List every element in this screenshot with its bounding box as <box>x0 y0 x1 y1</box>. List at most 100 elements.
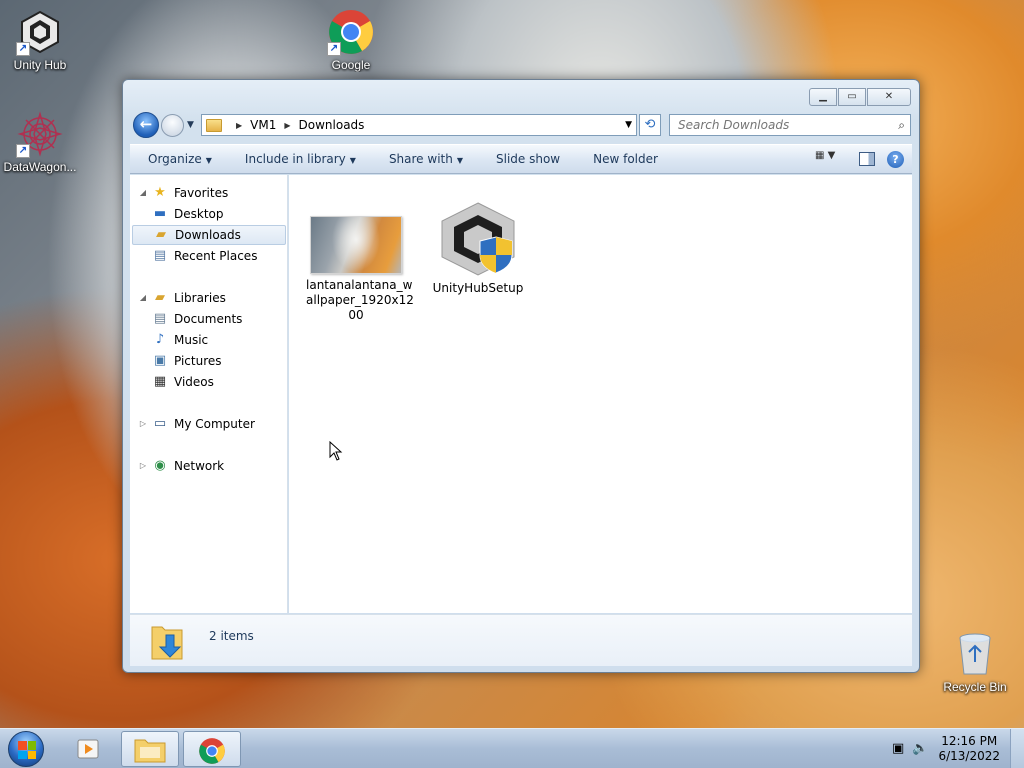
datawagon-icon: ↗ <box>16 110 64 158</box>
start-button[interactable] <box>8 731 44 767</box>
nav-pictures[interactable]: ▣ Pictures <box>152 351 222 371</box>
expand-arrow-icon[interactable]: ▷ <box>138 456 148 476</box>
chrome-icon: ↗ <box>327 8 375 56</box>
nav-music[interactable]: ♪ Music <box>152 330 208 350</box>
documents-icon: ▤ <box>153 311 167 326</box>
unity-hub-icon: ↗ <box>16 8 64 56</box>
nav-desktop[interactable]: ▬ Desktop <box>152 204 224 224</box>
downloads-folder-icon <box>150 621 184 661</box>
show-desktop-button[interactable] <box>1010 729 1024 768</box>
taskbar-explorer[interactable] <box>121 731 179 767</box>
chevron-down-icon: ▼ <box>205 156 212 165</box>
slide-show-button[interactable]: Slide show <box>478 152 575 166</box>
organize-button[interactable]: Organize ▼ <box>130 152 227 166</box>
breadcrumb-downloads[interactable]: Downloads <box>299 118 365 132</box>
clock-time: 12:16 PM <box>941 734 998 748</box>
nav-my-computer[interactable]: ▷ ▭ My Computer <box>138 414 255 434</box>
share-with-button[interactable]: Share with ▼ <box>371 152 478 166</box>
unity-installer-icon <box>438 201 518 277</box>
address-bar[interactable]: ▶ VM1 ▶ Downloads ▼ <box>201 114 637 136</box>
mouse-cursor-icon <box>329 441 343 461</box>
new-folder-button[interactable]: New folder <box>575 152 673 166</box>
collapse-arrow-icon[interactable]: ◢ <box>138 183 148 203</box>
recent-pages-dropdown-icon[interactable]: ▼ <box>187 120 194 130</box>
explorer-folder-icon <box>134 739 166 763</box>
nav-downloads[interactable]: ▰ Downloads <box>132 225 286 245</box>
breadcrumb-arrow-icon[interactable]: ▶ <box>236 121 242 130</box>
collapse-arrow-icon[interactable]: ◢ <box>138 288 148 308</box>
close-button[interactable]: ✕ <box>867 88 911 106</box>
volume-icon[interactable]: 🔈 <box>912 741 928 756</box>
desktop-icon-recycle-bin[interactable]: Recycle Bin <box>935 630 1015 694</box>
file-name-line: 00 <box>348 308 364 322</box>
item-count: 2 items <box>209 629 254 643</box>
computer-icon: ▭ <box>153 416 167 431</box>
taskbar: ▣ 🔈 12:16 PM 6/13/2022 <box>0 728 1024 768</box>
videos-icon: ▦ <box>153 374 167 389</box>
maximize-button[interactable]: ▭ <box>838 88 866 106</box>
nav-network[interactable]: ▷ ◉ Network <box>138 456 224 476</box>
libraries-icon: ▰ <box>155 290 165 305</box>
desktop-icon-label: DataWagon... <box>3 160 77 174</box>
desktop-icon-label: Unity Hub <box>13 58 67 72</box>
command-bar: Organize ▼ Include in library ▼ Share with… <box>130 144 912 174</box>
recycle-bin-icon <box>951 630 999 678</box>
file-item-unityhubsetup[interactable]: UnityHubSetup <box>428 201 528 296</box>
refresh-button[interactable]: ⟲ <box>639 114 661 136</box>
recent-places-icon: ▤ <box>153 248 167 263</box>
media-player-icon <box>77 739 99 759</box>
desktop-icon-label: Recycle Bin <box>943 680 1007 694</box>
help-icon[interactable]: ? <box>887 150 904 168</box>
explorer-window[interactable]: ▁ ▭ ✕ ← ▼ ▶ VM1 ▶ Downloads ▼ ⟲ ⌕ Organi… <box>122 79 920 673</box>
navigation-row: ← ▼ ▶ VM1 ▶ Downloads ▼ ⟲ ⌕ <box>131 112 911 138</box>
address-dropdown-icon[interactable]: ▼ <box>625 120 632 130</box>
taskbar-chrome[interactable] <box>183 731 241 767</box>
breadcrumb-arrow-icon[interactable]: ▶ <box>284 121 290 130</box>
chevron-down-icon: ▼ <box>456 156 463 165</box>
caption-buttons: ▁ ▭ ✕ <box>809 88 911 106</box>
navigation-pane: ◢ ★ Favorites ▬ Desktop ▰ Downloads ▤ Re… <box>130 175 288 613</box>
breadcrumb-vm1[interactable]: VM1 <box>250 118 276 132</box>
minimize-button[interactable]: ▁ <box>809 88 837 106</box>
search-input[interactable] <box>678 118 878 132</box>
folder-icon <box>206 118 222 132</box>
desktop-icon-label: Google Chrome <box>331 58 371 72</box>
file-list[interactable]: lantanalantana_w allpaper_1920x12 00 Uni… <box>289 175 912 613</box>
search-icon[interactable]: ⌕ <box>898 118 905 133</box>
desktop-icon-datawagon[interactable]: ↗ DataWagon... <box>0 110 80 174</box>
star-icon: ★ <box>154 185 166 200</box>
taskbar-media-player[interactable] <box>60 731 118 767</box>
network-icon: ◉ <box>154 458 166 473</box>
clock[interactable]: 12:16 PM 6/13/2022 <box>938 734 1000 764</box>
network-status-icon[interactable]: ▣ <box>892 741 904 756</box>
file-name-line: lantanalantana_w <box>306 278 413 292</box>
expand-arrow-icon[interactable]: ▷ <box>138 414 148 434</box>
music-icon: ♪ <box>155 332 165 347</box>
nav-favorites[interactable]: ◢ ★ Favorites <box>138 183 228 203</box>
desktop-icon-google-chrome[interactable]: ↗ Google Chrome <box>311 8 391 72</box>
preview-pane-icon[interactable] <box>859 152 875 166</box>
image-thumbnail <box>310 216 402 274</box>
include-in-library-button[interactable]: Include in library ▼ <box>227 152 371 166</box>
shortcut-arrow-icon: ↗ <box>327 42 341 56</box>
nav-documents[interactable]: ▤ Documents <box>152 309 243 329</box>
nav-videos[interactable]: ▦ Videos <box>152 372 214 392</box>
forward-button[interactable] <box>161 114 184 137</box>
search-box[interactable]: ⌕ <box>669 114 911 136</box>
downloads-folder-icon: ▰ <box>156 227 166 242</box>
shortcut-arrow-icon: ↗ <box>16 144 30 158</box>
change-view-icon[interactable]: ▦ ▼ <box>815 150 847 168</box>
file-name: UnityHubSetup <box>432 281 524 295</box>
nav-recent-places[interactable]: ▤ Recent Places <box>152 246 258 266</box>
details-pane: 2 items <box>130 614 912 666</box>
chevron-down-icon: ▼ <box>349 156 356 165</box>
system-tray: ▣ 🔈 12:16 PM 6/13/2022 <box>884 729 1024 768</box>
nav-libraries[interactable]: ◢ ▰ Libraries <box>138 288 226 308</box>
back-button[interactable]: ← <box>133 112 159 138</box>
windows-logo-icon <box>18 741 36 759</box>
file-name-line: allpaper_1920x12 <box>306 293 414 307</box>
desktop-icon: ▬ <box>153 206 167 221</box>
file-item-wallpaper[interactable]: lantanalantana_w allpaper_1920x12 00 <box>306 216 414 323</box>
clock-date: 6/13/2022 <box>938 749 1000 763</box>
desktop-icon-unity-hub[interactable]: ↗ Unity Hub <box>0 8 80 72</box>
